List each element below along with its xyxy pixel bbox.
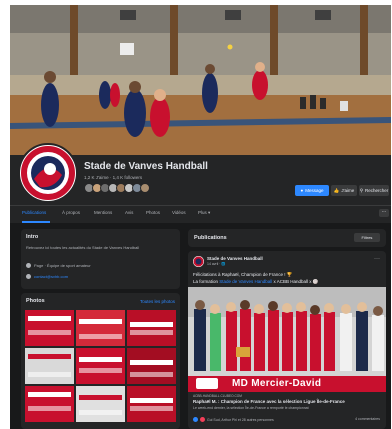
tab-reviews[interactable]: Avis (125, 210, 133, 215)
page-title: Stade de Vanves Handball (84, 161, 208, 172)
tab-publications[interactable]: Publications (22, 210, 46, 215)
intro-title: Intro (26, 234, 39, 240)
intro-card: Intro Retrouvez ici toutes les actualité… (21, 229, 180, 289)
more-options-button[interactable]: ··· (379, 209, 389, 217)
photo-caption-band (130, 372, 173, 377)
email-icon (26, 274, 31, 279)
message-label: Message (305, 188, 324, 193)
avatar (140, 183, 150, 193)
post-author[interactable]: Stade de Vanves Handball (207, 256, 263, 261)
photo-caption-band (79, 395, 122, 400)
photo-caption-band (130, 398, 173, 403)
photo-caption-band (28, 330, 71, 335)
link-description: Le week-end dernier, la sélection Île-de… (193, 406, 309, 410)
photo-thumbnail[interactable] (25, 348, 74, 384)
photo-caption-band (28, 392, 71, 397)
photo-caption-band (130, 360, 173, 365)
photo-caption-band (130, 406, 173, 411)
photo-thumbnail[interactable] (25, 310, 74, 346)
post-text-prefix: La formation (193, 279, 220, 284)
post-reactions[interactable]: Gui Sud, Arthur Phi et 28 autres personn… (193, 417, 274, 422)
like-reaction-icon (193, 417, 198, 422)
photo-caption-band (28, 316, 71, 321)
club-logo[interactable] (18, 143, 78, 203)
photo-caption-band (79, 410, 122, 415)
intro-email[interactable]: contact@svhb.com (26, 274, 68, 279)
filters-button[interactable]: Filtres (354, 233, 380, 242)
thumbs-up-icon: 👍 (333, 187, 340, 193)
photo-thumbnail[interactable] (127, 386, 176, 422)
tab-about[interactable]: À propos (62, 210, 80, 215)
filters-label: Filtres (361, 235, 373, 240)
photo-caption-band (28, 406, 71, 411)
tab-videos[interactable]: Vidéos (172, 210, 186, 215)
cover-photo[interactable] (10, 5, 391, 155)
photos-title: Photos (26, 298, 45, 304)
mention-link[interactable]: Stade de Vanves Handball (219, 279, 272, 284)
photos-card: Photos Toutes les photos (21, 293, 180, 429)
post-card: Stade de Vanves Handball 14 avril · 🌐 ··… (188, 251, 386, 429)
email-link[interactable]: contact@svhb.com (34, 274, 68, 279)
post-text: Félicitations à Raphaël, Champion de Fra… (193, 272, 293, 277)
post-text-mentions: La formation Stade de Vanves Handball x … (193, 279, 318, 285)
intro-category: Page · Équipe de sport amateur (26, 263, 91, 268)
publications-title: Publications (194, 235, 227, 241)
search-label: Rechercher (365, 188, 389, 193)
photo-grid (25, 310, 176, 422)
active-tab-indicator (22, 221, 50, 223)
link-title[interactable]: Raphaël M. : Champion de France avec la … (193, 399, 345, 404)
post-text-suffix: x ACBB Handball x 🏐 (272, 279, 319, 284)
photo-thumbnail[interactable] (76, 386, 125, 422)
photo-caption-band (79, 319, 122, 324)
photo-caption-band (79, 334, 122, 339)
photo-caption-band (28, 354, 71, 359)
photo-thumbnail[interactable] (25, 386, 74, 422)
comments-count[interactable]: 4 commentaires (355, 417, 380, 421)
post-image[interactable] (188, 287, 386, 386)
message-button[interactable]: ● Message (295, 185, 329, 196)
photo-thumbnail[interactable] (76, 310, 125, 346)
search-icon: ⚲ (359, 187, 364, 193)
follower-avatars[interactable] (84, 183, 150, 193)
sponsor-text: MD Mercier-David (232, 378, 322, 389)
photo-thumbnail[interactable] (127, 310, 176, 346)
tab-more[interactable]: Plus ▾ (198, 210, 210, 216)
see-all-photos-link[interactable]: Toutes les photos (140, 299, 175, 304)
tab-photos[interactable]: Photos (146, 210, 160, 215)
post-options-icon[interactable]: ··· (374, 256, 380, 262)
tab-mentions[interactable]: Mentions (94, 210, 112, 215)
link-source[interactable]: ACBB-HANDBALL.CLUBEO.COM (193, 394, 242, 398)
photo-thumbnail[interactable] (127, 348, 176, 384)
photo-caption-band (28, 372, 71, 377)
photo-caption-band (79, 368, 122, 373)
sponsor-logo (196, 378, 218, 389)
category-text: Page · Équipe de sport amateur (34, 263, 91, 268)
facebook-page-window: Stade de Vanves Handball 1,2 K J'aime · … (10, 5, 391, 429)
publications-header: Publications Filtres (188, 229, 386, 247)
like-label: J'aime (341, 188, 355, 193)
messenger-icon: ● (300, 188, 304, 193)
photo-thumbnail[interactable] (76, 348, 125, 384)
page-stats[interactable]: 1,2 K J'aime · 1,4 K followers (84, 175, 142, 180)
photo-caption-band (130, 322, 173, 327)
info-icon (26, 263, 31, 268)
intro-description: Retrouvez ici toutes les actualités du S… (26, 245, 140, 250)
love-reaction-icon (200, 417, 205, 422)
post-timestamp[interactable]: 14 avril · 🌐 (207, 262, 226, 266)
page-tabs: Publications À propos Mentions Avis Phot… (10, 205, 391, 223)
post-author-avatar[interactable] (193, 256, 204, 267)
photo-caption-band (130, 330, 173, 335)
reactions-text: Gui Sud, Arthur Phi et 28 autres personn… (207, 417, 274, 422)
search-button[interactable]: ⚲ Rechercher (359, 185, 389, 196)
photo-caption-band (79, 357, 122, 362)
like-button[interactable]: 👍 J'aime (331, 185, 357, 196)
